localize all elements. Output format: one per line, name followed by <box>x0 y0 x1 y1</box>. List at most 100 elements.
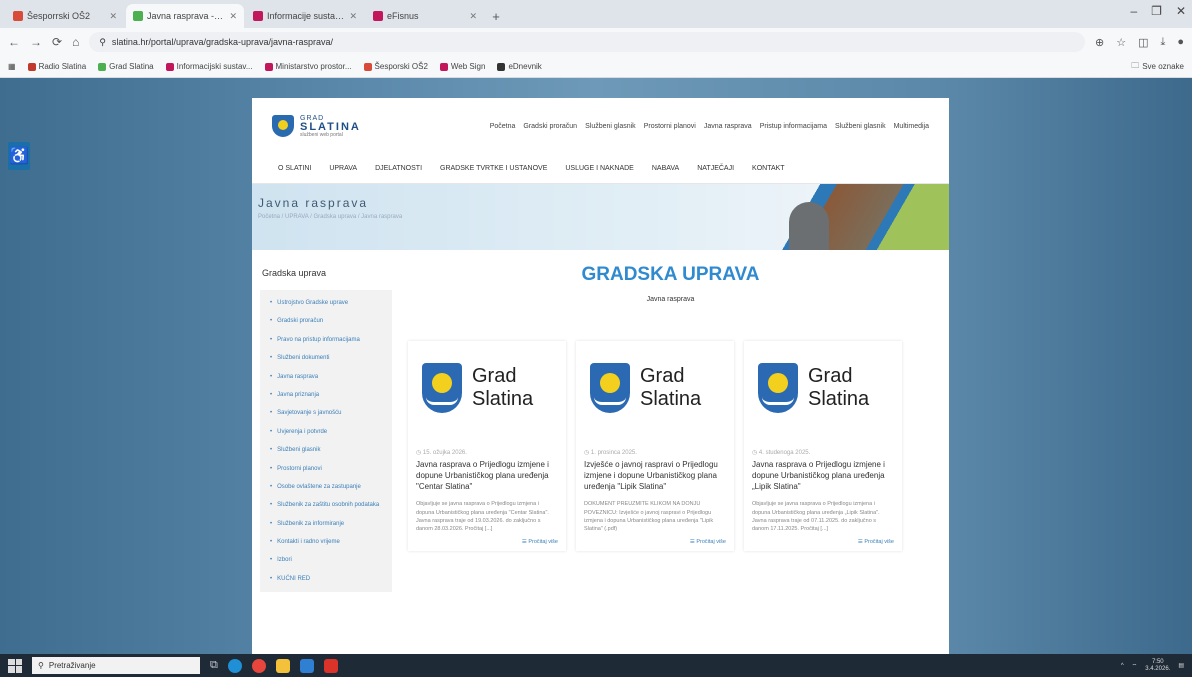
top-nav-item[interactable]: Javna rasprava <box>704 123 752 130</box>
chrome-icon[interactable] <box>251 658 266 673</box>
sidebar-item[interactable]: • Savjetovanje s javnošću <box>260 404 392 422</box>
sidebar-item[interactable]: • Izbori <box>260 551 392 569</box>
top-nav-item[interactable]: Službeni glasnik <box>835 123 886 130</box>
minimize-icon[interactable]: – <box>1130 4 1137 18</box>
new-tab-button[interactable]: + <box>486 4 506 28</box>
edge-icon[interactable] <box>227 658 242 673</box>
read-more-link[interactable]: Pročitaj više <box>696 539 726 545</box>
maximize-icon[interactable]: ❐ <box>1151 4 1162 18</box>
close-window-icon[interactable]: ✕ <box>1176 4 1186 18</box>
network-icon[interactable]: ⌔ <box>1132 662 1138 670</box>
sidebar-item[interactable]: • Službenik za zaštitu osobnih podataka <box>260 496 392 514</box>
bookmark-item[interactable]: Informacijski sustav... <box>165 62 253 71</box>
clock[interactable]: 7:50 3.4.2026. <box>1145 659 1170 672</box>
top-nav-item[interactable]: Pristup informacijama <box>760 123 827 130</box>
acrobat-icon[interactable] <box>323 658 338 673</box>
accessibility-icon[interactable]: ♿ <box>8 142 30 170</box>
tab-close-icon[interactable]: ✕ <box>469 11 477 22</box>
sidebar-item[interactable]: • KUĆNI RED <box>260 570 392 588</box>
sidebar-item[interactable]: • Javna priznanja <box>260 386 392 404</box>
site-logo[interactable]: GRAD SLATINA službeni web portal <box>272 115 361 138</box>
download-icon[interactable]: ⤓ <box>1160 36 1165 49</box>
all-bookmarks[interactable]: 🗀 Sve oznake <box>1131 60 1184 74</box>
main-nav-item[interactable]: GRADSKE TVRTKE I USTANOVE <box>440 165 547 172</box>
bookmark-item[interactable]: Ministarstvo prostor... <box>264 62 352 71</box>
star-icon[interactable]: ☆ <box>1116 36 1126 49</box>
top-nav-item[interactable]: Službeni glasnik <box>585 123 636 130</box>
bookmark-favicon <box>27 62 36 71</box>
profile-icon[interactable]: ● <box>1177 36 1184 49</box>
clock-icon: ◷ <box>416 450 423 456</box>
top-nav-item[interactable]: Početna <box>490 123 516 130</box>
sidebar-item[interactable]: • Pravo na pristup informacijama <box>260 331 392 349</box>
zoom-icon[interactable]: ⊕ <box>1095 36 1104 49</box>
tab-close-icon[interactable]: ✕ <box>349 11 357 22</box>
main-nav-item[interactable]: NABAVA <box>652 165 679 172</box>
bookmark-item[interactable]: Šesporski OŠ2 <box>363 62 428 71</box>
home-icon[interactable]: ⌂ <box>72 35 79 49</box>
card-image[interactable]: Grad Slatina <box>752 349 894 427</box>
main-nav-item[interactable]: DJELATNOSTI <box>375 165 422 172</box>
sidebar-item[interactable]: • Osobe ovlaštene za zastupanje <box>260 478 392 496</box>
card-image[interactable]: Grad Slatina <box>584 349 726 427</box>
top-nav-item[interactable]: Prostorni planovi <box>644 123 696 130</box>
tab-close-icon[interactable]: ✕ <box>229 11 237 22</box>
sidebar-item[interactable]: • Službenik za informiranje <box>260 515 392 533</box>
main-nav-item[interactable]: O SLATINI <box>278 165 311 172</box>
url-field[interactable]: ⚲ slatina.hr/portal/uprava/gradska-uprava… <box>89 32 1085 52</box>
sidebar-item[interactable]: • Službeni dokumenti <box>260 349 392 367</box>
card-image[interactable]: Grad Slatina <box>416 349 558 427</box>
post-card[interactable]: Grad Slatina ◷ 1. prosinca 2025. Izvješće… <box>576 341 734 552</box>
top-nav-item[interactable]: Gradski proračun <box>523 123 577 130</box>
apps-icon[interactable]: ▦ <box>8 62 16 71</box>
post-card[interactable]: Grad Slatina ◷ 15. ožujka 2026. Javna ras… <box>408 341 566 552</box>
sidebar-item[interactable]: • Ustrojstvo Gradske uprave <box>260 294 392 312</box>
sidebar-item[interactable]: • Kontakti i radno vrijeme <box>260 533 392 551</box>
reload-icon[interactable]: ⟳ <box>52 35 62 49</box>
tray-arrow-icon[interactable]: ^ <box>1121 663 1124 669</box>
notifications-icon[interactable]: ▤ <box>1178 662 1184 669</box>
main-nav-item[interactable]: KONTAKT <box>752 165 785 172</box>
forward-icon[interactable]: → <box>30 35 42 49</box>
tab-title: Javna rasprava - Grad Slatina <box>147 11 225 21</box>
read-more-link[interactable]: Pročitaj više <box>864 539 894 545</box>
bookmark-item[interactable]: Grad Slatina <box>98 62 154 71</box>
breadcrumb[interactable]: Početna / UPRAVA / Gradska uprava / Javn… <box>258 214 402 220</box>
card-excerpt: Objavljuje se javna rasprava o Prijedlog… <box>416 501 549 533</box>
back-icon[interactable]: ← <box>8 35 20 49</box>
main-nav-item[interactable]: UPRAVA <box>329 165 357 172</box>
sidebar-item[interactable]: • Službeni glasnik <box>260 441 392 459</box>
bookmark-item[interactable]: eDnevnik <box>497 62 542 71</box>
sidebar-item[interactable]: • Javna rasprava <box>260 368 392 386</box>
extensions-icon[interactable]: ◫ <box>1138 36 1148 49</box>
card-title[interactable]: Izvješće o javnoj raspravi o Prijedlogu … <box>584 460 726 492</box>
read-more-link[interactable]: Pročitaj više <box>528 539 558 545</box>
bullet-icon: • <box>270 336 273 343</box>
windows-start-icon[interactable] <box>8 658 22 673</box>
top-nav-item[interactable]: Multimedija <box>894 123 929 130</box>
post-card[interactable]: Grad Slatina ◷ 4. studenoga 2025. Javna r… <box>744 341 902 552</box>
task-view-icon[interactable]: ⧉ <box>210 659 218 672</box>
file-explorer-icon[interactable] <box>275 658 290 673</box>
bookmark-item[interactable]: Radio Slatina <box>27 62 86 71</box>
taskbar-search[interactable]: ⚲ Pretraživanje <box>32 657 200 674</box>
sidebar-item-label: Savjetovanje s javnošću <box>277 410 342 417</box>
clock-date: 3.4.2026. <box>1145 665 1171 672</box>
site-info-icon[interactable]: ⚲ <box>99 37 106 48</box>
browser-tab[interactable]: Šesporrski OŠ2 ✕ <box>6 4 124 28</box>
card-title[interactable]: Javna rasprava o Prijedlogu izmjene i do… <box>752 460 894 492</box>
browser-tab[interactable]: Informacije sustav promjena ✕ <box>246 4 364 28</box>
sidebar-item[interactable]: • Gradski proračun <box>260 312 392 330</box>
main-nav-item[interactable]: USLUGE I NAKNADE <box>565 165 633 172</box>
browser-tab-active[interactable]: Javna rasprava - Grad Slatina ✕ <box>126 4 244 28</box>
card-title[interactable]: Javna rasprava o Prijedlogu izmjene i do… <box>416 460 558 492</box>
sidebar-item[interactable]: • Uvjerenja i potvrde <box>260 423 392 441</box>
browser-tab[interactable]: eFisnus ✕ <box>366 4 484 28</box>
bookmark-item[interactable]: Web Sign <box>439 62 485 71</box>
sidebar-item[interactable]: • Prostorni planovi <box>260 460 392 478</box>
main-nav-item[interactable]: NATJEČAJI <box>697 165 734 172</box>
tab-close-icon[interactable]: ✕ <box>109 11 117 22</box>
mail-icon[interactable] <box>299 658 314 673</box>
website: GRAD SLATINA službeni web portal Početna… <box>252 98 949 654</box>
sidebar-item-label: Osobe ovlaštene za zastupanje <box>277 483 361 490</box>
